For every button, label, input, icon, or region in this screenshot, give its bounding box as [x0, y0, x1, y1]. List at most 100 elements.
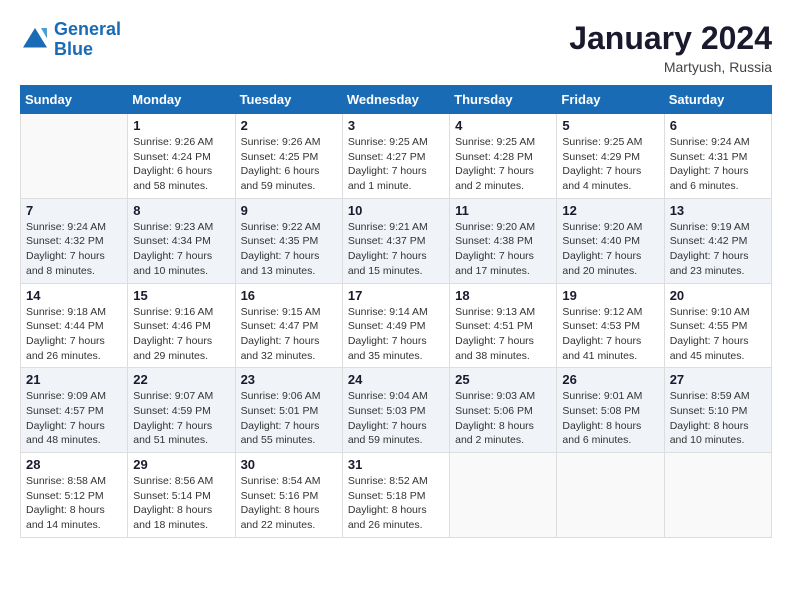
day-number: 4 [455, 118, 551, 133]
weekday-header-thursday: Thursday [450, 86, 557, 114]
day-info: Sunrise: 9:21 AM Sunset: 4:37 PM Dayligh… [348, 220, 444, 279]
calendar-cell [450, 453, 557, 538]
weekday-header-monday: Monday [128, 86, 235, 114]
calendar-cell: 10 Sunrise: 9:21 AM Sunset: 4:37 PM Dayli… [342, 198, 449, 283]
day-info: Sunrise: 9:13 AM Sunset: 4:51 PM Dayligh… [455, 305, 551, 364]
weekday-header-sunday: Sunday [21, 86, 128, 114]
calendar-cell: 22Sunrise: 9:07 AM Sunset: 4:59 PM Dayli… [128, 368, 235, 453]
calendar-cell: 23 Sunrise: 9:06 AM Sunset: 5:01 PM Dayli… [235, 368, 342, 453]
day-info: Sunrise: 9:06 AM Sunset: 5:01 PM Dayligh… [241, 389, 337, 448]
day-info: Sunrise: 9:16 AM Sunset: 4:46 PM Dayligh… [133, 305, 229, 364]
calendar-cell [557, 453, 664, 538]
calendar-cell: 17 Sunrise: 9:14 AM Sunset: 4:49 PM Dayli… [342, 283, 449, 368]
calendar-cell: 6Sunrise: 9:24 AM Sunset: 4:31 PM Daylig… [664, 114, 771, 199]
week-row-1: 1 Sunrise: 9:26 AM Sunset: 4:24 PM Daylig… [21, 114, 772, 199]
logo: General Blue [20, 20, 121, 60]
week-row-5: 28 Sunrise: 8:58 AM Sunset: 5:12 PM Dayli… [21, 453, 772, 538]
weekday-header-friday: Friday [557, 86, 664, 114]
calendar-cell [664, 453, 771, 538]
day-number: 10 [348, 203, 444, 218]
week-row-2: 7 Sunrise: 9:24 AM Sunset: 4:32 PM Daylig… [21, 198, 772, 283]
day-number: 19 [562, 288, 658, 303]
day-number: 16 [241, 288, 337, 303]
page-header: General Blue January 2024 Martyush, Russ… [20, 20, 772, 75]
day-info: Sunrise: 9:23 AM Sunset: 4:34 PM Dayligh… [133, 220, 229, 279]
day-info: Sunrise: 9:26 AM Sunset: 4:24 PM Dayligh… [133, 135, 229, 194]
day-number: 17 [348, 288, 444, 303]
calendar-cell: 26 Sunrise: 9:01 AM Sunset: 5:08 PM Dayli… [557, 368, 664, 453]
day-info: Sunrise: 9:14 AM Sunset: 4:49 PM Dayligh… [348, 305, 444, 364]
day-info: Sunrise: 9:24 AM Sunset: 4:31 PM Dayligh… [670, 135, 766, 194]
calendar-cell: 18Sunrise: 9:13 AM Sunset: 4:51 PM Dayli… [450, 283, 557, 368]
day-info: Sunrise: 9:25 AM Sunset: 4:29 PM Dayligh… [562, 135, 658, 194]
calendar-cell: 28 Sunrise: 8:58 AM Sunset: 5:12 PM Dayli… [21, 453, 128, 538]
calendar-cell: 2 Sunrise: 9:26 AM Sunset: 4:25 PM Daylig… [235, 114, 342, 199]
calendar-cell: 20Sunrise: 9:10 AM Sunset: 4:55 PM Dayli… [664, 283, 771, 368]
calendar-cell: 30 Sunrise: 8:54 AM Sunset: 5:16 PM Dayli… [235, 453, 342, 538]
weekday-header-row: SundayMondayTuesdayWednesdayThursdayFrid… [21, 86, 772, 114]
day-number: 7 [26, 203, 122, 218]
weekday-header-wednesday: Wednesday [342, 86, 449, 114]
day-number: 11 [455, 203, 551, 218]
day-number: 26 [562, 372, 658, 387]
day-number: 25 [455, 372, 551, 387]
day-info: Sunrise: 9:24 AM Sunset: 4:32 PM Dayligh… [26, 220, 122, 279]
title-block: January 2024 Martyush, Russia [569, 20, 772, 75]
calendar-cell: 16 Sunrise: 9:15 AM Sunset: 4:47 PM Dayli… [235, 283, 342, 368]
calendar-cell: 14Sunrise: 9:18 AM Sunset: 4:44 PM Dayli… [21, 283, 128, 368]
day-number: 23 [241, 372, 337, 387]
day-info: Sunrise: 9:01 AM Sunset: 5:08 PM Dayligh… [562, 389, 658, 448]
day-number: 29 [133, 457, 229, 472]
day-number: 12 [562, 203, 658, 218]
day-number: 8 [133, 203, 229, 218]
calendar-cell: 13 Sunrise: 9:19 AM Sunset: 4:42 PM Dayli… [664, 198, 771, 283]
day-number: 1 [133, 118, 229, 133]
day-info: Sunrise: 9:19 AM Sunset: 4:42 PM Dayligh… [670, 220, 766, 279]
weekday-header-tuesday: Tuesday [235, 86, 342, 114]
calendar-table: SundayMondayTuesdayWednesdayThursdayFrid… [20, 85, 772, 538]
calendar-cell: 27Sunrise: 8:59 AM Sunset: 5:10 PM Dayli… [664, 368, 771, 453]
day-number: 2 [241, 118, 337, 133]
calendar-cell: 25 Sunrise: 9:03 AM Sunset: 5:06 PM Dayli… [450, 368, 557, 453]
day-info: Sunrise: 9:26 AM Sunset: 4:25 PM Dayligh… [241, 135, 337, 194]
calendar-cell: 24 Sunrise: 9:04 AM Sunset: 5:03 PM Dayli… [342, 368, 449, 453]
calendar-cell: 15 Sunrise: 9:16 AM Sunset: 4:46 PM Dayli… [128, 283, 235, 368]
day-info: Sunrise: 9:09 AM Sunset: 4:57 PM Dayligh… [26, 389, 122, 448]
calendar-cell: 7 Sunrise: 9:24 AM Sunset: 4:32 PM Daylig… [21, 198, 128, 283]
day-number: 15 [133, 288, 229, 303]
calendar-cell: 9Sunrise: 9:22 AM Sunset: 4:35 PM Daylig… [235, 198, 342, 283]
day-info: Sunrise: 9:03 AM Sunset: 5:06 PM Dayligh… [455, 389, 551, 448]
month-title: January 2024 [569, 20, 772, 57]
logo-icon [20, 25, 50, 55]
calendar-cell: 5Sunrise: 9:25 AM Sunset: 4:29 PM Daylig… [557, 114, 664, 199]
day-info: Sunrise: 9:25 AM Sunset: 4:28 PM Dayligh… [455, 135, 551, 194]
day-number: 31 [348, 457, 444, 472]
day-number: 28 [26, 457, 122, 472]
day-number: 13 [670, 203, 766, 218]
day-info: Sunrise: 9:04 AM Sunset: 5:03 PM Dayligh… [348, 389, 444, 448]
day-info: Sunrise: 8:54 AM Sunset: 5:16 PM Dayligh… [241, 474, 337, 533]
calendar-cell [21, 114, 128, 199]
day-number: 30 [241, 457, 337, 472]
day-info: Sunrise: 8:58 AM Sunset: 5:12 PM Dayligh… [26, 474, 122, 533]
calendar-cell: 3Sunrise: 9:25 AM Sunset: 4:27 PM Daylig… [342, 114, 449, 199]
day-number: 24 [348, 372, 444, 387]
calendar-cell: 21Sunrise: 9:09 AM Sunset: 4:57 PM Dayli… [21, 368, 128, 453]
weekday-header-saturday: Saturday [664, 86, 771, 114]
day-number: 22 [133, 372, 229, 387]
day-info: Sunrise: 9:20 AM Sunset: 4:40 PM Dayligh… [562, 220, 658, 279]
calendar-cell: 8 Sunrise: 9:23 AM Sunset: 4:34 PM Daylig… [128, 198, 235, 283]
calendar-cell: 29Sunrise: 8:56 AM Sunset: 5:14 PM Dayli… [128, 453, 235, 538]
day-info: Sunrise: 9:25 AM Sunset: 4:27 PM Dayligh… [348, 135, 444, 194]
day-info: Sunrise: 8:59 AM Sunset: 5:10 PM Dayligh… [670, 389, 766, 448]
logo-text: General Blue [54, 20, 121, 60]
day-number: 14 [26, 288, 122, 303]
calendar-cell: 1 Sunrise: 9:26 AM Sunset: 4:24 PM Daylig… [128, 114, 235, 199]
day-info: Sunrise: 9:15 AM Sunset: 4:47 PM Dayligh… [241, 305, 337, 364]
day-info: Sunrise: 8:52 AM Sunset: 5:18 PM Dayligh… [348, 474, 444, 533]
location: Martyush, Russia [569, 59, 772, 75]
day-info: Sunrise: 9:12 AM Sunset: 4:53 PM Dayligh… [562, 305, 658, 364]
week-row-3: 14Sunrise: 9:18 AM Sunset: 4:44 PM Dayli… [21, 283, 772, 368]
calendar-cell: 11Sunrise: 9:20 AM Sunset: 4:38 PM Dayli… [450, 198, 557, 283]
day-number: 9 [241, 203, 337, 218]
